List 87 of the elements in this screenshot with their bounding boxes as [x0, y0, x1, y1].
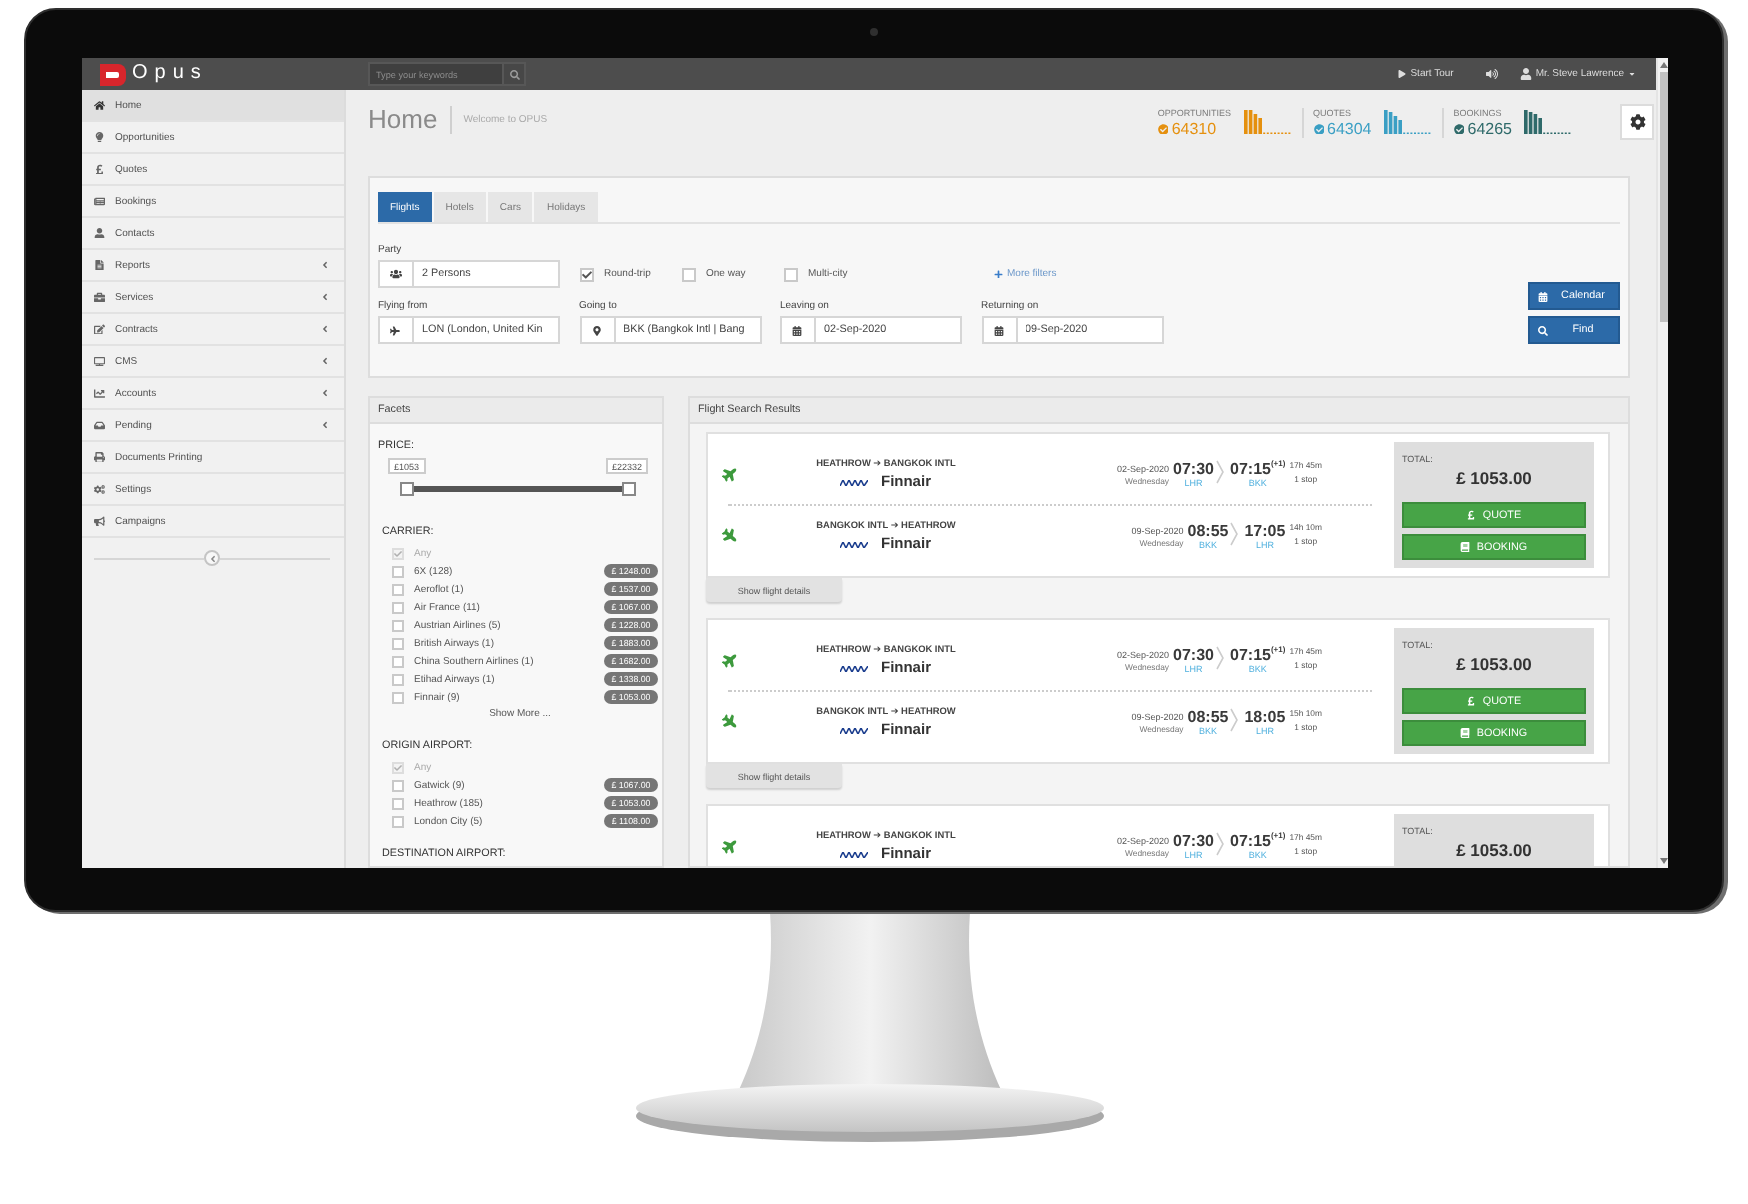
plus-icon	[994, 269, 1003, 279]
checkbox[interactable]	[392, 797, 404, 809]
arrival-time: 18:05	[1244, 708, 1286, 726]
airline-logo-icon	[840, 541, 869, 547]
map-pin-icon	[591, 325, 601, 335]
mini-bar-chart-icon	[1383, 108, 1432, 134]
checkbox[interactable]	[392, 637, 404, 649]
checkbox[interactable]	[392, 601, 404, 613]
slider-handle[interactable]	[400, 482, 414, 496]
calendar-icon	[993, 325, 1003, 335]
gears-icon	[94, 483, 105, 495]
newspaper-icon	[94, 195, 105, 207]
arrival-time: 17:05	[1244, 522, 1286, 540]
chevron-right-icon	[1230, 707, 1239, 731]
search-icon	[1538, 325, 1548, 335]
caret-down-icon	[1628, 70, 1636, 78]
checkbox[interactable]	[392, 565, 404, 577]
megaphone-icon	[94, 515, 105, 527]
calendar-icon	[1538, 291, 1548, 301]
checkbox[interactable]	[682, 267, 696, 281]
briefcase-icon	[94, 291, 105, 303]
user-icon	[94, 227, 105, 239]
airline-logo-icon	[840, 665, 869, 671]
chevron-right-icon	[1216, 645, 1224, 669]
logo-icon	[100, 63, 126, 85]
checkbox[interactable]	[392, 655, 404, 667]
webcam-icon	[870, 28, 878, 36]
play-icon	[1398, 70, 1407, 78]
settings-button[interactable]	[1620, 104, 1654, 140]
document-icon	[94, 259, 105, 271]
page-title: Home	[368, 104, 438, 134]
book-icon	[1460, 728, 1471, 738]
total-price: £ 1053.00	[1454, 654, 1534, 674]
scroll-down-icon[interactable]	[1659, 858, 1667, 864]
search-button[interactable]	[502, 62, 526, 86]
airline-logo-icon	[840, 479, 869, 485]
scroll-up-icon[interactable]	[1659, 62, 1667, 68]
pound-icon	[1466, 510, 1477, 520]
scrollbar[interactable]	[1656, 58, 1668, 868]
book-icon	[1460, 542, 1471, 552]
chevron-right-icon	[1230, 521, 1239, 545]
total-price: £ 1053.00	[1454, 840, 1534, 860]
printer-icon	[94, 451, 105, 463]
total-price: £ 1053.00	[1454, 468, 1534, 488]
collapse-button[interactable]	[204, 550, 220, 566]
logo-text: Opus	[132, 62, 208, 86]
chevron-right-icon	[1216, 831, 1224, 855]
departure-time: 07:30	[1173, 460, 1214, 478]
home-icon	[94, 99, 105, 111]
speaker-icon[interactable]	[1485, 68, 1498, 80]
airline-logo-icon	[840, 851, 869, 857]
departure-time: 07:30	[1173, 832, 1214, 850]
mini-bar-chart-icon	[1524, 108, 1572, 134]
stat-value: 64265	[1467, 120, 1512, 138]
plane-icon	[390, 325, 400, 335]
departure-time: 07:30	[1173, 646, 1214, 664]
settings-icon	[1629, 114, 1645, 130]
checkbox[interactable]	[580, 267, 594, 281]
departure-time: 08:55	[1187, 708, 1229, 726]
stat-value: 64310	[1171, 120, 1217, 138]
edit-icon	[94, 323, 105, 335]
departure-time: 08:55	[1187, 522, 1229, 540]
airline-logo-icon	[840, 727, 869, 733]
lightbulb-icon	[94, 131, 105, 143]
pound-icon	[94, 163, 105, 175]
price-slider[interactable]	[400, 482, 636, 496]
pound-icon	[1466, 696, 1477, 706]
calendar-icon	[792, 325, 802, 335]
checkbox[interactable]	[392, 583, 404, 595]
checkbox[interactable]	[392, 673, 404, 685]
search-icon	[509, 69, 519, 79]
chevron-left-icon	[207, 553, 217, 563]
checkbox[interactable]	[392, 691, 404, 703]
stat-value: 64304	[1327, 120, 1372, 138]
user-icon	[1519, 68, 1532, 80]
checkbox[interactable]	[392, 779, 404, 791]
monitor-icon	[94, 355, 105, 367]
users-icon	[389, 268, 401, 280]
slider-handle[interactable]	[622, 482, 636, 496]
checkbox[interactable]	[392, 619, 404, 631]
chevron-right-icon	[1216, 459, 1224, 483]
inbox-icon	[94, 419, 105, 431]
checkbox[interactable]	[784, 267, 798, 281]
checkbox[interactable]	[392, 815, 404, 827]
scrollbar-thumb[interactable]	[1659, 72, 1667, 322]
mini-bar-chart-icon	[1243, 108, 1291, 134]
line-chart-icon	[94, 387, 105, 399]
